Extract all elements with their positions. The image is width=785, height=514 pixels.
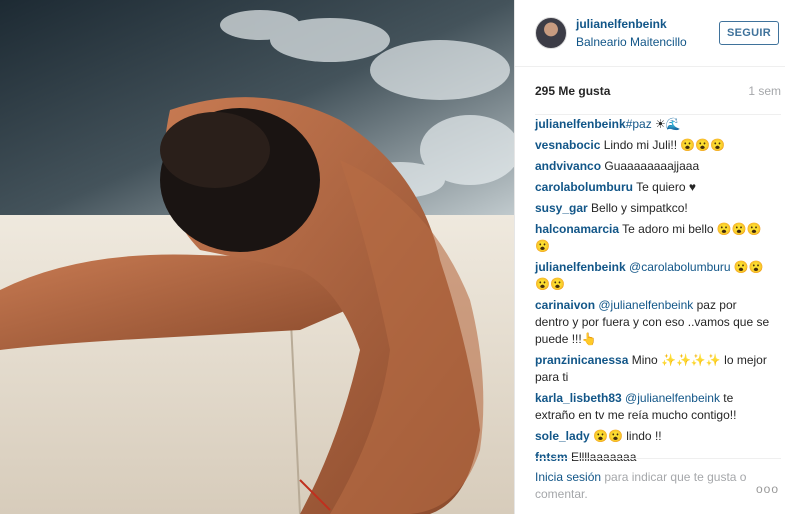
comment-item: vesnabocic Lindo mi Juli!! 😮😮😮 bbox=[535, 137, 771, 154]
comment-item: karla_lisbeth83 @julianelfenbeink te ext… bbox=[535, 390, 771, 424]
post-header: julianelfenbeink Balneario Maitencillo S… bbox=[515, 0, 785, 67]
comment-item: julianelfenbeink @carolabolumburu 😮😮😮😮 bbox=[535, 259, 771, 293]
comment-username[interactable]: carinaivon bbox=[535, 298, 595, 312]
comment-text: Lindo mi Juli!! 😮😮😮 bbox=[600, 138, 726, 152]
comment-username[interactable]: carolabolumburu bbox=[535, 180, 633, 194]
comment-text: 😮😮 lindo !! bbox=[589, 429, 662, 443]
comment-item: sole_lady 😮😮 lindo !! bbox=[535, 428, 771, 445]
comment-item: halconamarcia Te adoro mi bello 😮😮😮😮 bbox=[535, 221, 771, 255]
comment-text: Te quiero ♥ bbox=[633, 180, 696, 194]
comment-username[interactable]: julianelfenbeink bbox=[535, 260, 626, 274]
comment-text: ☀🌊 bbox=[651, 117, 681, 131]
comment-item: andvivanco Guaaaaaaaajjaaa bbox=[535, 158, 771, 175]
login-prompt: Inicia sesión para indicar que te gusta … bbox=[535, 458, 781, 503]
comment-item: carinaivon @julianelfenbeink paz por den… bbox=[535, 297, 771, 348]
avatar[interactable] bbox=[535, 17, 567, 49]
photo-illustration bbox=[0, 0, 514, 514]
post-photo bbox=[0, 0, 514, 514]
comment-username[interactable]: julianelfenbeink bbox=[535, 117, 626, 131]
comment-mention[interactable]: @julianelfenbeink bbox=[622, 391, 720, 405]
comment-username[interactable]: susy_gar bbox=[535, 201, 588, 215]
comment-item: pranzinicanessa Mino ✨✨✨✨ lo mejor para … bbox=[535, 352, 771, 386]
comment-item: julianelfenbeink#paz ☀🌊 bbox=[535, 116, 771, 133]
post-sidebar: julianelfenbeink Balneario Maitencillo S… bbox=[514, 0, 785, 514]
post-timestamp[interactable]: 1 sem bbox=[748, 84, 781, 98]
post-location[interactable]: Balneario Maitencillo bbox=[576, 35, 687, 49]
comment-mention[interactable]: @julianelfenbeink bbox=[595, 298, 693, 312]
comment-username[interactable]: andvivanco bbox=[535, 159, 601, 173]
comment-username[interactable]: sole_lady bbox=[535, 429, 590, 443]
comment-username[interactable]: halconamarcia bbox=[535, 222, 619, 236]
comment-text: Bello y simpatkco! bbox=[587, 201, 688, 215]
comment-mention[interactable]: @carolabolumburu bbox=[626, 260, 731, 274]
comment-item: carolabolumburu Te quiero ♥ bbox=[535, 179, 771, 196]
comment-username[interactable]: pranzinicanessa bbox=[535, 353, 628, 367]
login-link[interactable]: Inicia sesión bbox=[535, 470, 601, 484]
author-username[interactable]: julianelfenbeink bbox=[576, 17, 667, 31]
comment-username[interactable]: vesnabocic bbox=[535, 138, 600, 152]
more-options-icon[interactable]: ooo bbox=[756, 482, 779, 496]
comment-username[interactable]: karla_lisbeth83 bbox=[535, 391, 622, 405]
follow-button[interactable]: SEGUIR bbox=[719, 21, 779, 45]
comment-hashtag[interactable]: #paz bbox=[626, 117, 652, 131]
comment-item: susy_gar Bello y simpatkco! bbox=[535, 200, 771, 217]
likes-count[interactable]: 295 Me gusta bbox=[535, 84, 610, 98]
post-stats: 295 Me gusta 1 sem bbox=[535, 84, 781, 115]
comment-text: Guaaaaaaaajjaaa bbox=[601, 159, 700, 173]
comment-list: julianelfenbeink#paz ☀🌊 vesnabocic Lindo … bbox=[535, 116, 771, 470]
